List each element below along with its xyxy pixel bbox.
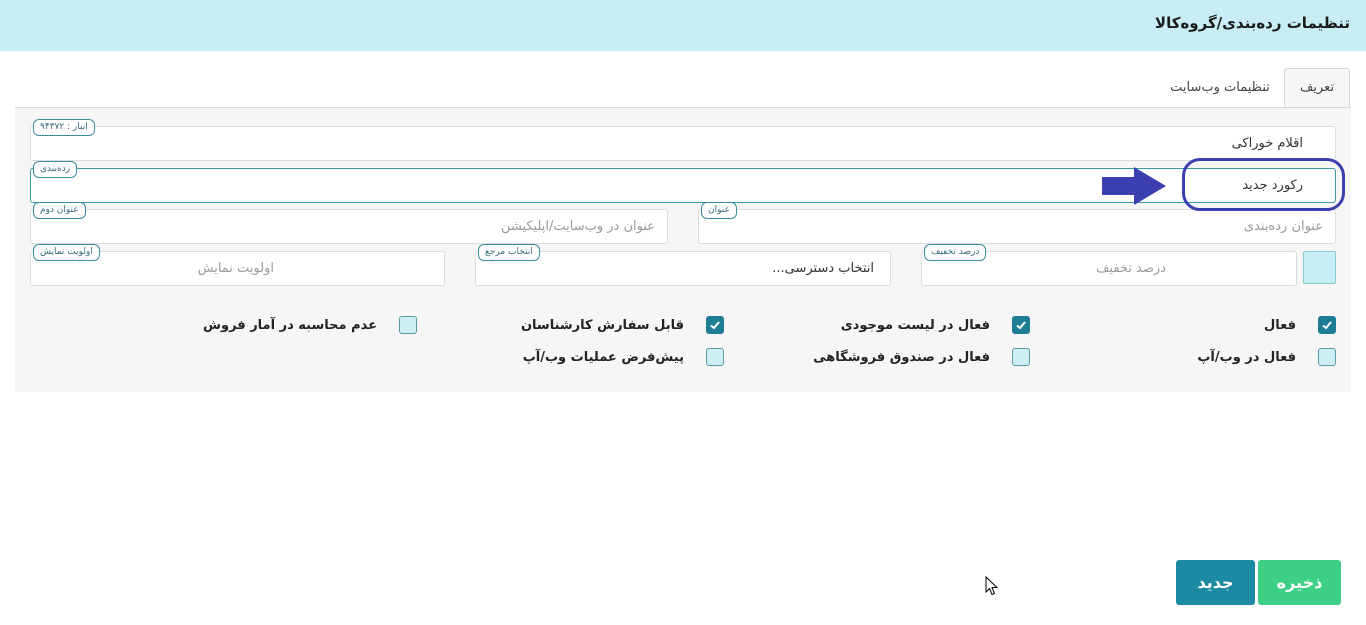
checkbox-label: عدم محاسبه در آمار فروش	[203, 317, 377, 333]
warehouse-field[interactable]: اقلام خوراکی انبار : ۹۴۳۷۲	[30, 119, 1336, 161]
warehouse-value: اقلام خوراکی	[1231, 136, 1303, 151]
warehouse-tag: انبار : ۹۴۳۷۲	[33, 119, 95, 136]
discount-tag: درصد تخفیف	[924, 244, 987, 261]
title-tag: عنوان	[701, 202, 737, 219]
reference-tag: انتخاب مرجع	[478, 244, 540, 261]
second-title-tag: عنوان دوم	[33, 202, 86, 219]
discount-input[interactable]: درصد تخفیف درصد تخفیف	[921, 244, 1297, 286]
reference-select[interactable]: انتخاب دسترسی... انتخاب مرجع	[475, 244, 891, 286]
page-header: تنظیمات رده‌بندی/گروه‌کالا	[0, 0, 1366, 51]
checkbox-box[interactable]	[1318, 348, 1336, 366]
checkbox-box[interactable]	[1012, 316, 1030, 334]
tab-definition[interactable]: تعریف	[1284, 68, 1350, 107]
highlight-ring	[1182, 158, 1345, 211]
save-button[interactable]: ذخیره	[1258, 560, 1341, 605]
reference-value: انتخاب دسترسی...	[772, 261, 874, 276]
category-tag: رده‌بندی	[33, 161, 78, 178]
priority-tag: اولویت نمایش	[33, 244, 100, 261]
check-icon	[710, 321, 720, 330]
arrow-right-icon	[1102, 167, 1166, 205]
check-icon	[1016, 321, 1026, 330]
new-button[interactable]: جدید	[1176, 560, 1255, 605]
checkbox-active-pos[interactable]: فعال در صندوق فروشگاهی	[813, 346, 1030, 368]
mouse-cursor-icon	[985, 576, 999, 596]
checkbox-box[interactable]	[706, 348, 724, 366]
checkbox-box[interactable]	[399, 316, 417, 334]
discount-placeholder: درصد تخفیف	[1095, 261, 1166, 276]
page-title: تنظیمات رده‌بندی/گروه‌کالا	[1154, 14, 1350, 32]
title-input[interactable]: عنوان رده‌بندی عنوان	[698, 202, 1336, 244]
checkbox-label: قابل سفارش کارشناسان	[520, 317, 684, 333]
color-picker[interactable]	[1303, 251, 1336, 284]
checkbox-active-in-inventory[interactable]: فعال در لیست موجودی	[841, 314, 1030, 336]
checkbox-label: فعال در صندوق فروشگاهی	[813, 349, 990, 365]
checkbox-box[interactable]	[1318, 316, 1336, 334]
checkbox-label: فعال در لیست موجودی	[840, 317, 990, 333]
priority-input[interactable]: اولویت نمایش اولویت نمایش	[30, 244, 445, 286]
checkbox-orderable-by-experts[interactable]: قابل سفارش کارشناسان	[521, 314, 724, 336]
second-title-placeholder: عنوان در وب‌سایت/اپلیکیشن	[500, 219, 655, 234]
priority-placeholder: اولویت نمایش	[197, 261, 274, 276]
checkbox-active-web-app[interactable]: فعال در وب/آپ	[1197, 346, 1336, 368]
second-title-input[interactable]: عنوان در وب‌سایت/اپلیکیشن عنوان دوم	[30, 202, 668, 244]
checkbox-box[interactable]	[1012, 348, 1030, 366]
checkbox-default-web-app[interactable]: پیش‌فرض عملیات وب/آپ	[523, 346, 724, 368]
tab-website-settings[interactable]: تنظیمات وب‌سایت	[1160, 68, 1280, 107]
title-placeholder: عنوان رده‌بندی	[1243, 219, 1323, 234]
checkbox-label: فعال در وب/آپ	[1197, 349, 1296, 365]
checkbox-label: فعال	[1263, 317, 1296, 333]
check-icon	[1322, 321, 1332, 330]
checkbox-active[interactable]: فعال	[1264, 314, 1336, 336]
checkbox-label: پیش‌فرض عملیات وب/آپ	[522, 349, 684, 365]
checkbox-box[interactable]	[706, 316, 724, 334]
checkbox-exclude-sales-stats[interactable]: عدم محاسبه در آمار فروش	[203, 314, 417, 336]
